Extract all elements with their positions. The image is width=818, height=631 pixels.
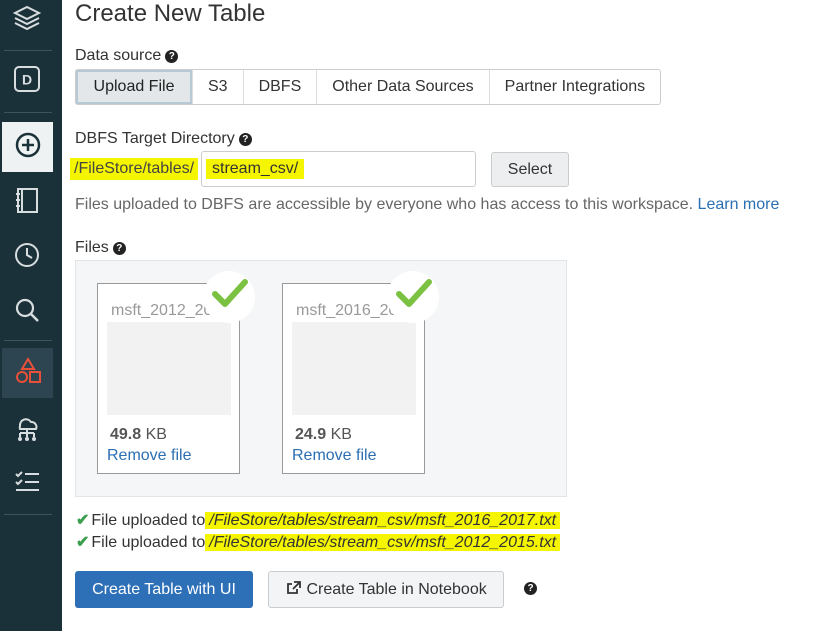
workspace-d-icon: D bbox=[12, 64, 42, 99]
remove-file-link[interactable]: Remove file bbox=[107, 447, 191, 465]
select-button[interactable]: Select bbox=[491, 152, 569, 187]
create-table-in-notebook-button[interactable]: Create Table in Notebook bbox=[268, 571, 504, 608]
tab-partner-integrations[interactable]: Partner Integrations bbox=[490, 70, 661, 104]
tasks-list-icon bbox=[12, 466, 42, 501]
svg-text:D: D bbox=[21, 71, 31, 87]
file-thumbnail bbox=[292, 322, 416, 415]
upload-message: ✔ File uploaded to/FileStore/tables/strea… bbox=[76, 532, 561, 552]
upload-path: /FileStore/tables/stream_csv/msft_2012_2… bbox=[205, 534, 561, 551]
file-thumbnail bbox=[107, 322, 231, 415]
external-link-icon bbox=[286, 581, 306, 598]
sidebar: D bbox=[0, 0, 62, 631]
page-title: Create New Table bbox=[75, 0, 266, 27]
file-size: 49.8 KB bbox=[110, 426, 167, 443]
learn-more-link[interactable]: Learn more bbox=[698, 196, 780, 213]
sidebar-item-jobs[interactable] bbox=[0, 458, 53, 508]
target-directory-input[interactable]: stream_csv/ bbox=[201, 151, 476, 187]
sidebar-item-create[interactable] bbox=[2, 122, 53, 172]
sidebar-item-home[interactable] bbox=[0, 0, 53, 40]
target-prefix: /FileStore/tables/ bbox=[70, 158, 199, 180]
create-table-with-ui-button[interactable]: Create Table with UI bbox=[75, 571, 253, 608]
data-source-tabs: Upload File S3 DBFS Other Data Sources P… bbox=[75, 69, 662, 105]
target-directory-value: stream_csv/ bbox=[206, 159, 305, 179]
tab-dbfs[interactable]: DBFS bbox=[244, 70, 318, 104]
dbfs-info-text: Files uploaded to DBFS are accessible by… bbox=[75, 196, 780, 213]
upload-message: ✔ File uploaded to/FileStore/tables/strea… bbox=[76, 510, 561, 530]
check-icon: ✔ bbox=[76, 534, 90, 551]
help-icon[interactable]: ? bbox=[165, 50, 179, 63]
check-icon bbox=[387, 271, 439, 323]
tab-other-data-sources[interactable]: Other Data Sources bbox=[317, 70, 490, 104]
shapes-icon bbox=[13, 356, 43, 391]
remove-file-link[interactable]: Remove file bbox=[292, 447, 376, 465]
check-icon: ✔ bbox=[76, 512, 90, 529]
help-icon[interactable]: ? bbox=[524, 582, 537, 595]
layers-icon bbox=[12, 3, 42, 38]
search-icon bbox=[12, 295, 42, 330]
files-label: Files? bbox=[75, 239, 126, 257]
sidebar-item-clusters[interactable] bbox=[0, 405, 53, 455]
file-size: 24.9 KB bbox=[295, 426, 352, 443]
tab-s3[interactable]: S3 bbox=[193, 70, 244, 104]
help-icon[interactable]: ? bbox=[112, 242, 126, 255]
cluster-icon bbox=[12, 413, 42, 448]
help-icon[interactable]: ? bbox=[238, 133, 252, 146]
check-icon bbox=[203, 271, 255, 323]
data-source-label: Data source? bbox=[75, 47, 179, 65]
create-plus-icon bbox=[13, 130, 43, 165]
sidebar-item-recents[interactable] bbox=[0, 232, 53, 282]
sidebar-item-notebook[interactable] bbox=[0, 177, 53, 227]
sidebar-item-workspace[interactable]: D bbox=[0, 56, 53, 106]
sidebar-item-shapes[interactable] bbox=[2, 348, 53, 398]
tab-upload-file[interactable]: Upload File bbox=[76, 70, 193, 104]
clock-icon bbox=[12, 240, 42, 275]
notebook-icon bbox=[12, 185, 42, 220]
upload-path: /FileStore/tables/stream_csv/msft_2016_2… bbox=[205, 512, 561, 529]
dbfs-target-label: DBFS Target Directory? bbox=[75, 130, 252, 148]
sidebar-item-search[interactable] bbox=[0, 287, 53, 337]
